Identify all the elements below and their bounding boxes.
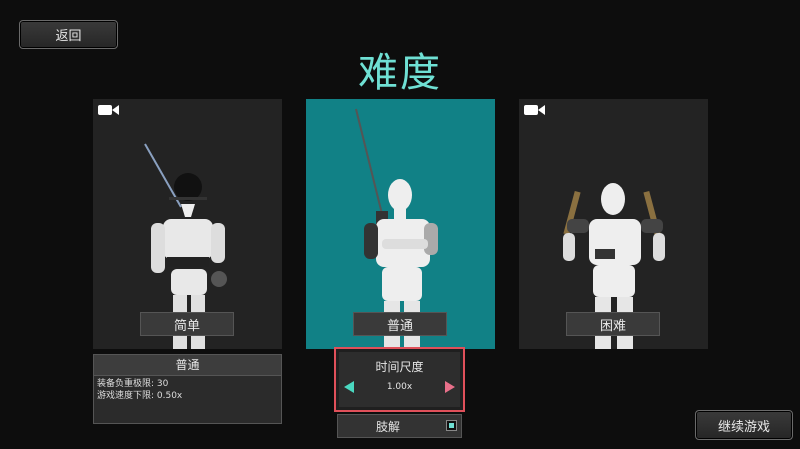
dismember-checkbox[interactable]: [446, 420, 457, 431]
continue-game-button[interactable]: 继续游戏: [695, 410, 793, 440]
dismember-row[interactable]: 肢解: [337, 414, 462, 438]
difficulty-card-normal[interactable]: 普通: [306, 99, 495, 349]
time-scale-inner: 时间尺度 1.00x: [339, 352, 460, 407]
dismember-label: 肢解: [376, 420, 401, 434]
time-scale-value: 1.00x: [386, 382, 413, 392]
page-title: 难度: [358, 50, 442, 96]
info-title: 普通: [94, 355, 281, 376]
difficulty-card-easy[interactable]: 简单: [93, 99, 282, 349]
time-scale-panel: 时间尺度 1.00x: [334, 347, 465, 412]
arrow-right-icon[interactable]: [445, 381, 455, 393]
card-label-easy: 简单: [140, 312, 234, 336]
card-label-normal: 普通: [353, 312, 447, 336]
info-line-weight-limit: 装备负重极限: 30: [97, 379, 169, 389]
info-line-speed-limit: 游戏速度下限: 0.50x: [97, 391, 183, 401]
difficulty-info-panel: 普通 装备负重极限: 30 游戏速度下限: 0.50x: [93, 354, 282, 424]
card-label-hard: 困难: [566, 312, 660, 336]
difficulty-card-hard[interactable]: 困难: [519, 99, 708, 349]
time-scale-title: 时间尺度: [375, 360, 424, 374]
